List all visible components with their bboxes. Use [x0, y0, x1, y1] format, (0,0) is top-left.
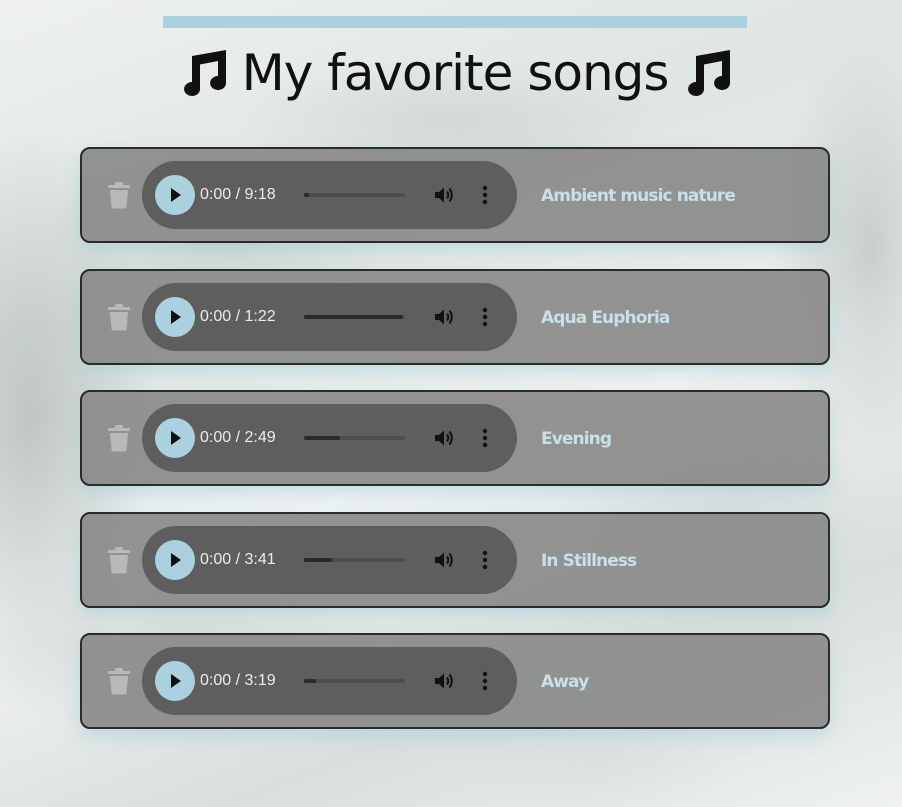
current-time: 0:00 — [200, 672, 232, 689]
time-display: 0:00 / 3:19 — [200, 670, 276, 692]
play-icon — [171, 431, 181, 445]
song-title: Ambient music nature — [541, 186, 736, 206]
song-title: Aqua Euphoria — [541, 307, 670, 328]
music-note-icon — [688, 50, 731, 96]
trash-icon[interactable] — [107, 546, 131, 574]
volume-icon[interactable] — [433, 670, 455, 692]
song-card: 0:00 / 9:18 Ambient music nature — [80, 147, 830, 243]
audio-player: 0:00 / 2:49 — [142, 404, 517, 472]
volume-icon[interactable] — [433, 549, 455, 571]
progress-slider[interactable] — [304, 193, 405, 197]
song-list: 0:00 / 9:18 Ambient music nature 0:00 / … — [80, 147, 830, 755]
page-header: My favorite songs — [163, 38, 747, 108]
progress-fill — [304, 557, 333, 562]
current-time: 0:00 — [200, 307, 232, 325]
volume-icon[interactable] — [433, 306, 455, 328]
song-title: In Stillness — [541, 550, 637, 571]
play-button[interactable] — [155, 539, 195, 580]
trash-icon[interactable] — [107, 424, 131, 452]
play-button[interactable] — [155, 296, 195, 337]
title-accent-bar — [163, 16, 747, 28]
music-note-icon — [183, 50, 226, 96]
play-button[interactable] — [155, 175, 195, 215]
time-separator: / — [235, 307, 241, 325]
progress-fill — [304, 314, 403, 319]
play-icon — [171, 674, 181, 688]
time-display: 0:00 / 2:49 — [200, 427, 276, 449]
more-options-icon[interactable] — [475, 306, 495, 328]
current-time: 0:00 — [200, 186, 232, 203]
volume-icon[interactable] — [433, 184, 455, 206]
time-display: 0:00 / 1:22 — [200, 306, 276, 328]
progress-slider[interactable] — [304, 679, 405, 683]
trash-icon[interactable] — [107, 667, 131, 695]
play-icon — [171, 552, 181, 567]
progress-fill — [304, 193, 310, 197]
audio-player: 0:00 / 3:41 — [142, 525, 517, 594]
progress-slider[interactable] — [304, 557, 405, 562]
time-separator: / — [235, 186, 241, 203]
play-icon — [171, 188, 181, 202]
page-title: My favorite songs — [241, 44, 670, 102]
play-button[interactable] — [155, 418, 195, 458]
more-options-icon[interactable] — [475, 184, 495, 206]
progress-slider[interactable] — [304, 314, 405, 319]
trash-icon[interactable] — [107, 303, 131, 331]
duration: 1:22 — [244, 307, 276, 325]
play-button[interactable] — [155, 661, 195, 701]
time-display: 0:00 / 3:41 — [200, 549, 276, 571]
duration: 3:41 — [244, 550, 276, 568]
duration: 3:19 — [244, 672, 276, 689]
song-card: 0:00 / 1:22 Aqua Euphoria — [80, 268, 830, 365]
progress-fill — [304, 679, 317, 683]
more-options-icon[interactable] — [475, 427, 495, 449]
song-title: Evening — [541, 429, 612, 449]
audio-player: 0:00 / 1:22 — [142, 282, 517, 351]
time-separator: / — [235, 550, 241, 568]
progress-fill — [304, 436, 341, 440]
song-card: 0:00 / 3:41 In Stillness — [80, 511, 830, 608]
time-separator: / — [235, 672, 241, 689]
duration: 2:49 — [244, 429, 276, 446]
current-time: 0:00 — [200, 550, 232, 568]
trash-icon[interactable] — [107, 181, 131, 209]
song-card: 0:00 / 3:19 Away — [80, 633, 830, 729]
more-options-icon[interactable] — [475, 549, 495, 571]
song-card: 0:00 / 2:49 Evening — [80, 390, 830, 486]
more-options-icon[interactable] — [475, 670, 495, 692]
time-separator: / — [235, 429, 241, 446]
song-title: Away — [541, 672, 589, 692]
play-icon — [171, 309, 181, 324]
duration: 9:18 — [244, 186, 276, 203]
audio-player: 0:00 / 3:19 — [142, 647, 517, 715]
progress-slider[interactable] — [304, 436, 405, 440]
current-time: 0:00 — [200, 429, 232, 446]
time-display: 0:00 / 9:18 — [200, 184, 276, 206]
volume-icon[interactable] — [433, 427, 455, 449]
audio-player: 0:00 / 9:18 — [142, 161, 517, 229]
